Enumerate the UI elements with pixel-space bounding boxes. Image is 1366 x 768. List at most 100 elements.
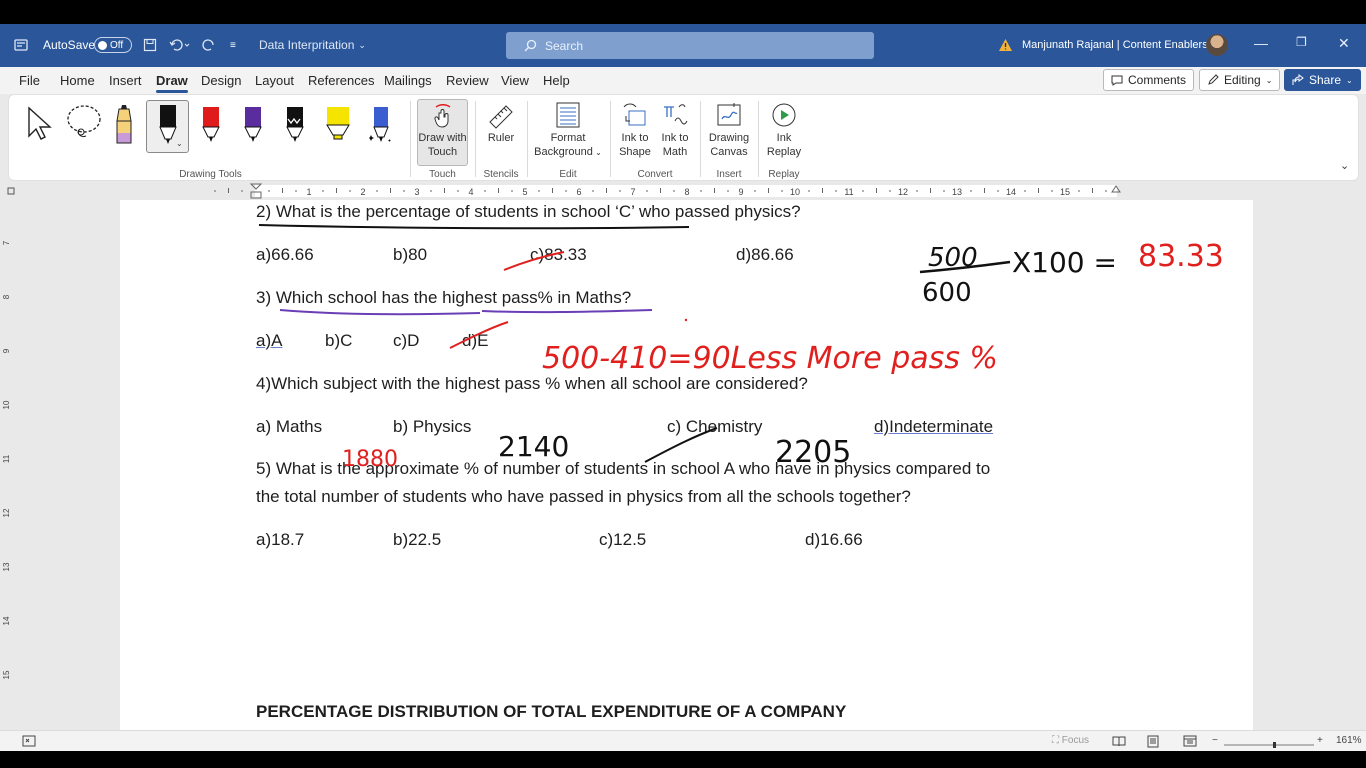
ruler-button[interactable]: Ruler (481, 103, 521, 145)
tab-review[interactable]: Review (446, 73, 489, 88)
ruler-tick (403, 190, 405, 192)
document-title[interactable]: Data Interpritation ⌄ (259, 36, 366, 54)
horizontal-ruler[interactable]: 1 2 3 4 5 6 7 8 9 10 11 12 13 14 15 (0, 182, 1366, 200)
search-icon (524, 39, 537, 52)
customize-qat-icon[interactable]: ≡ (230, 36, 236, 54)
vertical-ruler-number: 7 (2, 240, 11, 245)
ink-to-math-button[interactable]: Ink to Math (656, 101, 694, 159)
ink-replay-button[interactable]: Ink Replay (763, 101, 805, 159)
ribbon-divider (410, 101, 411, 177)
document-title-text: Data Interpritation (259, 38, 355, 52)
ruler-tick (606, 188, 607, 193)
ink-to-math-icon (664, 104, 688, 125)
undo-icon[interactable] (168, 36, 190, 54)
ruler-icon (489, 105, 513, 129)
tab-design[interactable]: Design (201, 73, 241, 88)
document-page[interactable]: 2) What is the percentage of students in… (120, 200, 1253, 735)
zoom-in-button[interactable]: + (1317, 735, 1323, 746)
lasso-select-icon[interactable] (65, 103, 105, 146)
ruler-tick (930, 188, 931, 193)
highlighter-icon[interactable] (325, 105, 351, 152)
ruler-tick (268, 190, 270, 192)
ruler-tick (862, 190, 864, 192)
vertical-ruler-number: 11 (2, 454, 11, 463)
drawing-canvas-icon (717, 103, 741, 126)
user-name[interactable]: Manjunath Rajanal | Content Enablers (1022, 36, 1208, 54)
editing-label: Editing (1224, 73, 1261, 87)
zoom-level[interactable]: 161% (1336, 735, 1362, 746)
editing-mode-button[interactable]: Editing ⌄ (1199, 69, 1281, 91)
draw-with-touch-label: Draw with Touch (417, 103, 468, 159)
tab-references[interactable]: References (308, 73, 374, 88)
drawing-canvas-line1: Drawing (708, 132, 750, 144)
comments-button[interactable]: Comments (1103, 69, 1195, 91)
tab-selector-icon (7, 187, 15, 195)
ruler-tick (673, 190, 675, 192)
ink-strike-q4-c (644, 427, 718, 463)
red-pen-icon[interactable] (200, 105, 222, 152)
select-cursor-icon[interactable] (25, 104, 53, 145)
search-input[interactable]: Search (506, 32, 874, 59)
menu-bar: File Home Insert Draw Design Layout Refe… (0, 67, 1366, 94)
redo-icon[interactable] (201, 36, 217, 54)
ruler-tick (457, 190, 459, 192)
tab-file[interactable]: File (19, 73, 40, 88)
tab-draw[interactable]: Draw (156, 73, 188, 93)
autosave-toggle[interactable]: Off (94, 36, 132, 54)
ruler-number: 10 (790, 187, 800, 197)
tab-home[interactable]: Home (60, 73, 95, 88)
ruler-tick (241, 190, 243, 192)
ruler-tick (943, 190, 945, 192)
share-button[interactable]: Share ⌄ (1284, 69, 1361, 91)
ruler-tick (228, 188, 229, 193)
black-pen-2-icon[interactable] (284, 105, 306, 152)
save-icon[interactable] (143, 36, 157, 54)
focus-button[interactable]: ⛶ Focus (1052, 735, 1089, 746)
ruler-ticks: 1 2 3 4 5 6 7 8 9 10 11 12 13 14 15 (7, 183, 1121, 199)
zoom-out-button[interactable]: − (1212, 735, 1218, 746)
tab-insert[interactable]: Insert (109, 73, 142, 88)
purple-pen-icon[interactable] (242, 105, 264, 152)
ribbon-divider (758, 101, 759, 177)
ruler-tick (619, 190, 621, 192)
group-label-stencils: Stencils (483, 169, 519, 180)
ruler-tick (700, 190, 702, 192)
web-layout-icon[interactable] (1183, 735, 1197, 750)
pencil-icon[interactable] (114, 105, 134, 150)
ruler-number: 11 (844, 187, 853, 197)
word-app-icon[interactable] (14, 36, 28, 54)
page-view-icon[interactable] (22, 735, 36, 750)
zoom-slider[interactable] (1224, 740, 1314, 751)
tab-view[interactable]: View (501, 73, 529, 88)
vertical-ruler-number: 12 (2, 508, 11, 517)
minimize-icon[interactable]: — (1254, 35, 1268, 51)
galaxy-pen-icon[interactable] (369, 105, 393, 152)
ruler-tick (1038, 188, 1039, 193)
format-background-button[interactable]: Format Background ⌄ (531, 101, 605, 160)
ink-replay-icon (772, 103, 796, 127)
avatar[interactable] (1206, 34, 1228, 56)
tab-mailings[interactable]: Mailings (384, 73, 432, 88)
ribbon-collapse-icon[interactable]: ⌄ (1340, 159, 1349, 172)
print-layout-icon[interactable] (1147, 735, 1159, 751)
vertical-ruler[interactable]: 7 8 9 10 11 12 13 14 15 (0, 200, 18, 735)
ribbon-divider (475, 101, 476, 177)
read-mode-icon[interactable] (1112, 735, 1126, 750)
chevron-down-icon[interactable]: ⌄ (176, 139, 183, 148)
tab-help[interactable]: Help (543, 73, 570, 88)
ruler-tick (430, 190, 432, 192)
ink-dot (684, 318, 688, 322)
tab-layout[interactable]: Layout (255, 73, 294, 88)
ruler-number: 2 (360, 187, 365, 197)
restore-icon[interactable]: ❐ (1296, 35, 1307, 49)
ruler-tick (484, 190, 486, 192)
ribbon-divider (610, 101, 611, 177)
drawing-canvas-button[interactable]: Drawing Canvas (705, 101, 753, 159)
ruler-tick (511, 190, 513, 192)
ruler-tick (889, 190, 891, 192)
close-icon[interactable]: ✕ (1338, 35, 1350, 52)
warning-icon[interactable] (998, 36, 1013, 54)
ruler-tick (282, 188, 283, 193)
ink-layer[interactable]: 500 600 X100 = 83.33 500-410=90Less More… (120, 200, 1253, 735)
ink-to-shape-button[interactable]: Ink to Shape (616, 101, 654, 159)
